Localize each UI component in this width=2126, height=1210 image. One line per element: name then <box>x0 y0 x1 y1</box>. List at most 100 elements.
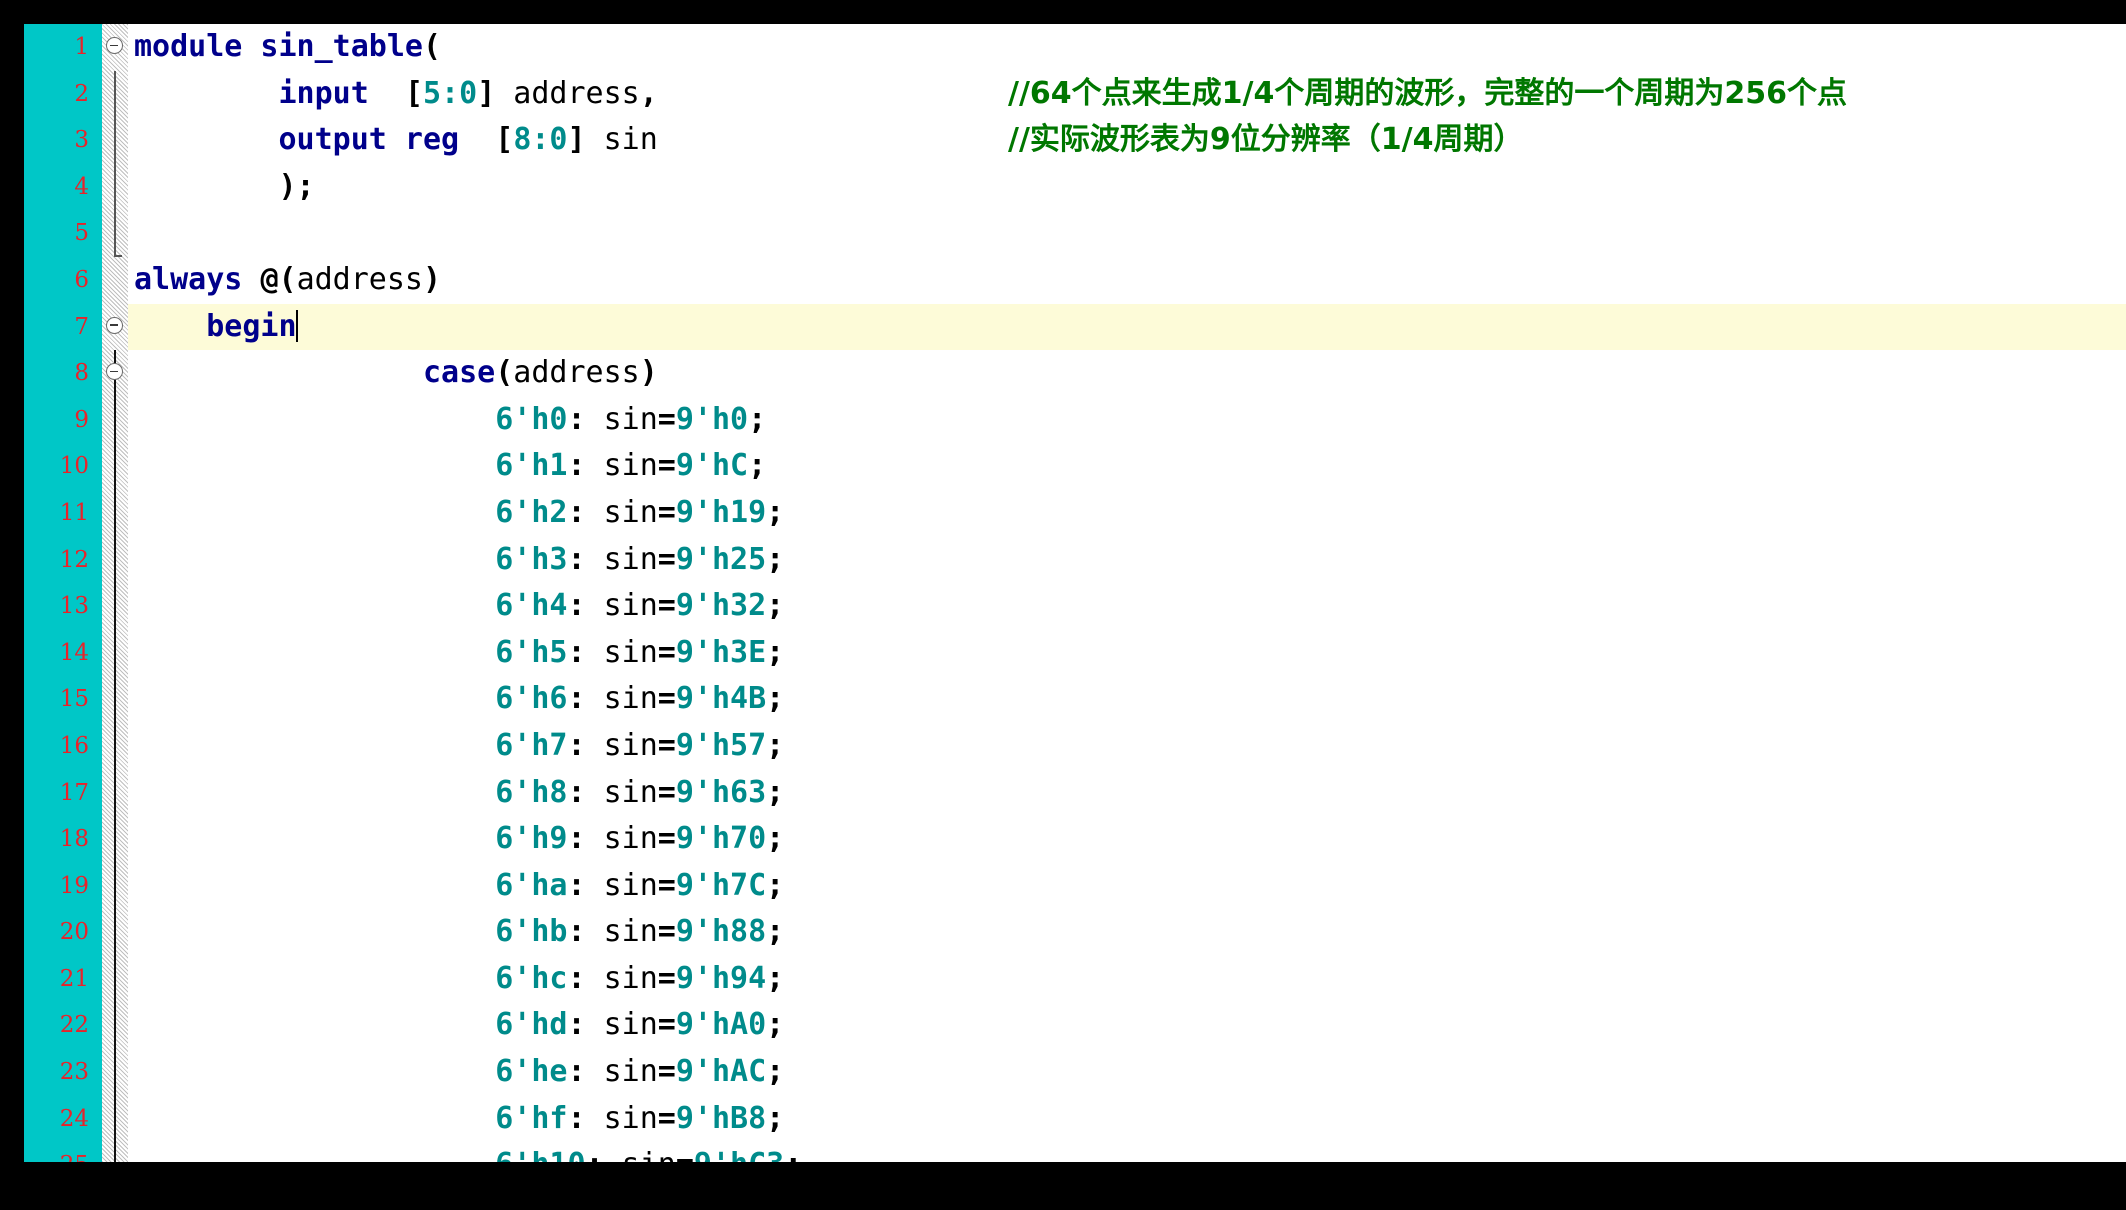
code-line-17[interactable]: 6'h8: sin=9'h63; <box>128 770 2126 817</box>
code-line-7[interactable]: begin <box>128 303 2126 351</box>
at-paren: @( <box>260 261 297 297</box>
colon: : <box>567 634 604 670</box>
colon: : <box>567 774 604 810</box>
colon: : <box>567 1007 604 1043</box>
fold-row <box>102 537 128 584</box>
code-line-21[interactable]: 6'hc: sin=9'h94; <box>128 956 2126 1003</box>
assign-operator: = <box>676 1147 694 1162</box>
code-line-8[interactable]: case(address) <box>128 350 2126 397</box>
case-value-literal: 9'h57 <box>675 727 767 763</box>
code-line-6[interactable]: always @(address) <box>128 257 2126 304</box>
case-value-literal: 9'hC <box>675 448 749 484</box>
fold-row <box>102 816 128 863</box>
semicolon: ; <box>766 867 785 903</box>
code-line-16[interactable]: 6'h7: sin=9'h57; <box>128 723 2126 770</box>
case-value-literal: 9'h0 <box>675 401 749 437</box>
fold-collapse-icon[interactable] <box>106 37 123 54</box>
code-line-18[interactable]: 6'h9: sin=9'h70; <box>128 816 2126 863</box>
case-value-literal: 9'hC3 <box>694 1147 784 1162</box>
keyword-case: case <box>422 355 496 391</box>
paren-close: ) <box>423 261 442 297</box>
code-line-14[interactable]: 6'h5: sin=9'h3E; <box>128 630 2126 677</box>
case-address-literal: 6'h4 <box>495 588 568 624</box>
code-folding-margin[interactable] <box>102 24 128 1162</box>
fold-collapse-icon[interactable] <box>106 363 123 381</box>
line-number: 19 <box>59 872 89 899</box>
assign-target-sin: sin <box>603 448 658 484</box>
colon: : <box>586 1147 622 1162</box>
fold-row <box>102 164 128 211</box>
colon: : <box>567 914 604 950</box>
code-line-23[interactable]: 6'he: sin=9'hAC; <box>128 1049 2126 1096</box>
colon: : <box>567 681 604 717</box>
code-line-5[interactable] <box>128 210 2126 257</box>
code-line-25[interactable]: 6'h10: sin=9'hC3; <box>128 1142 2126 1162</box>
colon: : <box>567 727 604 763</box>
fold-collapse-icon[interactable] <box>106 316 123 334</box>
case-address-literal: 6'he <box>495 1054 568 1090</box>
line-number: 21 <box>59 965 89 992</box>
code-text-area[interactable]: module sin_table( input [5:0] address,//… <box>128 24 2126 1162</box>
case-address-literal: 6'hf <box>495 1100 568 1136</box>
fold-row <box>102 956 128 1003</box>
case-value-literal: 9'h94 <box>675 960 767 996</box>
semicolon: ; <box>766 774 785 810</box>
code-line-3[interactable]: output reg [8:0] sin //实际波形表为9位分辨率（1/4周期） <box>128 117 2126 164</box>
line-number: 4 <box>74 173 89 200</box>
code-line-1[interactable]: module sin_table( <box>128 24 2126 71</box>
line-number: 18 <box>59 826 89 853</box>
fold-row <box>102 257 128 304</box>
assign-target-sin: sin <box>603 681 658 717</box>
assign-target-sin: sin <box>603 1007 658 1043</box>
case-value-literal: 9'hB8 <box>675 1100 767 1136</box>
line-number: 3 <box>74 127 89 154</box>
fold-row <box>102 770 128 817</box>
case-address-literal: 6'h1 <box>495 448 568 484</box>
code-line-10[interactable]: 6'h1: sin=9'hC; <box>128 443 2126 490</box>
line-number: 20 <box>59 919 89 946</box>
semicolon: ; <box>766 727 785 763</box>
assign-operator: = <box>657 727 676 763</box>
port-name-sin: sin <box>585 122 658 158</box>
semicolon: ; <box>766 681 785 717</box>
code-line-19[interactable]: 6'ha: sin=9'h7C; <box>128 863 2126 910</box>
assign-target-sin: sin <box>603 821 658 857</box>
code-line-24[interactable]: 6'hf: sin=9'hB8; <box>128 1096 2126 1143</box>
fold-row <box>102 1142 128 1162</box>
code-line-15[interactable]: 6'h6: sin=9'h4B; <box>128 676 2126 723</box>
fold-row <box>102 117 128 164</box>
fold-row <box>102 71 128 118</box>
fold-row <box>102 1049 128 1096</box>
paren-close-semicolon: ); <box>278 168 315 204</box>
code-line-4[interactable]: ); <box>128 164 2126 211</box>
case-value-literal: 9'h32 <box>675 588 767 624</box>
code-line-2[interactable]: input [5:0] address, //64个点来生成1/4个周期的波形，完… <box>128 71 2126 118</box>
code-line-12[interactable]: 6'h3: sin=9'h25; <box>128 537 2126 584</box>
case-address-literal: 6'h5 <box>495 634 568 670</box>
code-line-13[interactable]: 6'h4: sin=9'h32; <box>128 583 2126 630</box>
code-line-20[interactable]: 6'hb: sin=9'h88; <box>128 909 2126 956</box>
fold-row <box>102 583 128 630</box>
case-value-literal: 9'h7C <box>675 867 767 903</box>
code-line-9[interactable]: 6'h0: sin=9'h0; <box>128 397 2126 444</box>
bracket-close: ] <box>567 122 586 158</box>
code-line-22[interactable]: 6'hd: sin=9'hA0; <box>128 1002 2126 1049</box>
case-value-literal: 9'h3E <box>675 634 767 670</box>
line-number: 14 <box>59 639 89 666</box>
code-line-11[interactable]: 6'h2: sin=9'h19; <box>128 490 2126 537</box>
line-number: 5 <box>74 220 89 247</box>
line-number: 15 <box>59 686 89 713</box>
semicolon: ; <box>766 634 785 670</box>
